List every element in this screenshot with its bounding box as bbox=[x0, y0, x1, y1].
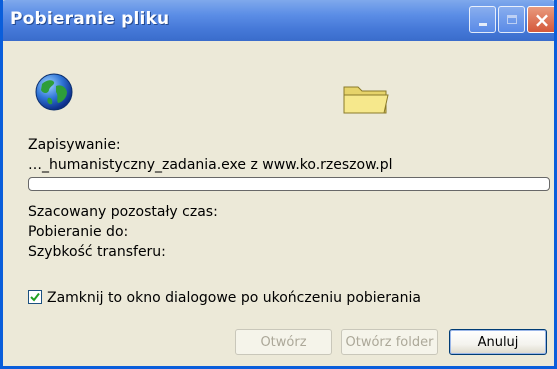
transfer-speed-label: Szybkość transferu: bbox=[28, 244, 166, 260]
cancel-button[interactable]: Anuluj bbox=[449, 329, 547, 355]
close-when-done-label[interactable]: Zamknij to okno dialogowe po ukończeniu … bbox=[47, 290, 421, 306]
folder-icon bbox=[343, 86, 389, 114]
download-to-label: Pobieranie do: bbox=[28, 224, 129, 240]
close-icon: × bbox=[533, 7, 551, 32]
file-source-text: …_humanistyczny_zadania.exe z www.ko.rze… bbox=[28, 157, 393, 173]
window-title: Pobieranie pliku bbox=[10, 9, 170, 29]
maximize-icon bbox=[506, 15, 517, 24]
open-button[interactable]: Otwórz bbox=[235, 329, 332, 355]
checkmark-icon bbox=[30, 292, 40, 302]
open-folder-button[interactable]: Otwórz folder bbox=[341, 329, 438, 355]
globe-icon bbox=[35, 73, 73, 111]
saving-label: Zapisywanie: bbox=[28, 137, 121, 153]
download-progress-bar bbox=[28, 177, 550, 191]
minimize-icon bbox=[478, 23, 487, 26]
maximize-button[interactable] bbox=[498, 6, 525, 33]
download-dialog: Pobieranie pliku × Zapisywanie: …_humani… bbox=[0, 0, 557, 369]
minimize-button[interactable] bbox=[469, 6, 496, 33]
close-button[interactable]: × bbox=[527, 6, 554, 33]
close-when-done-checkbox[interactable] bbox=[28, 290, 42, 304]
time-remaining-label: Szacowany pozostały czas: bbox=[28, 204, 218, 220]
title-bar[interactable]: Pobieranie pliku × bbox=[3, 0, 554, 41]
